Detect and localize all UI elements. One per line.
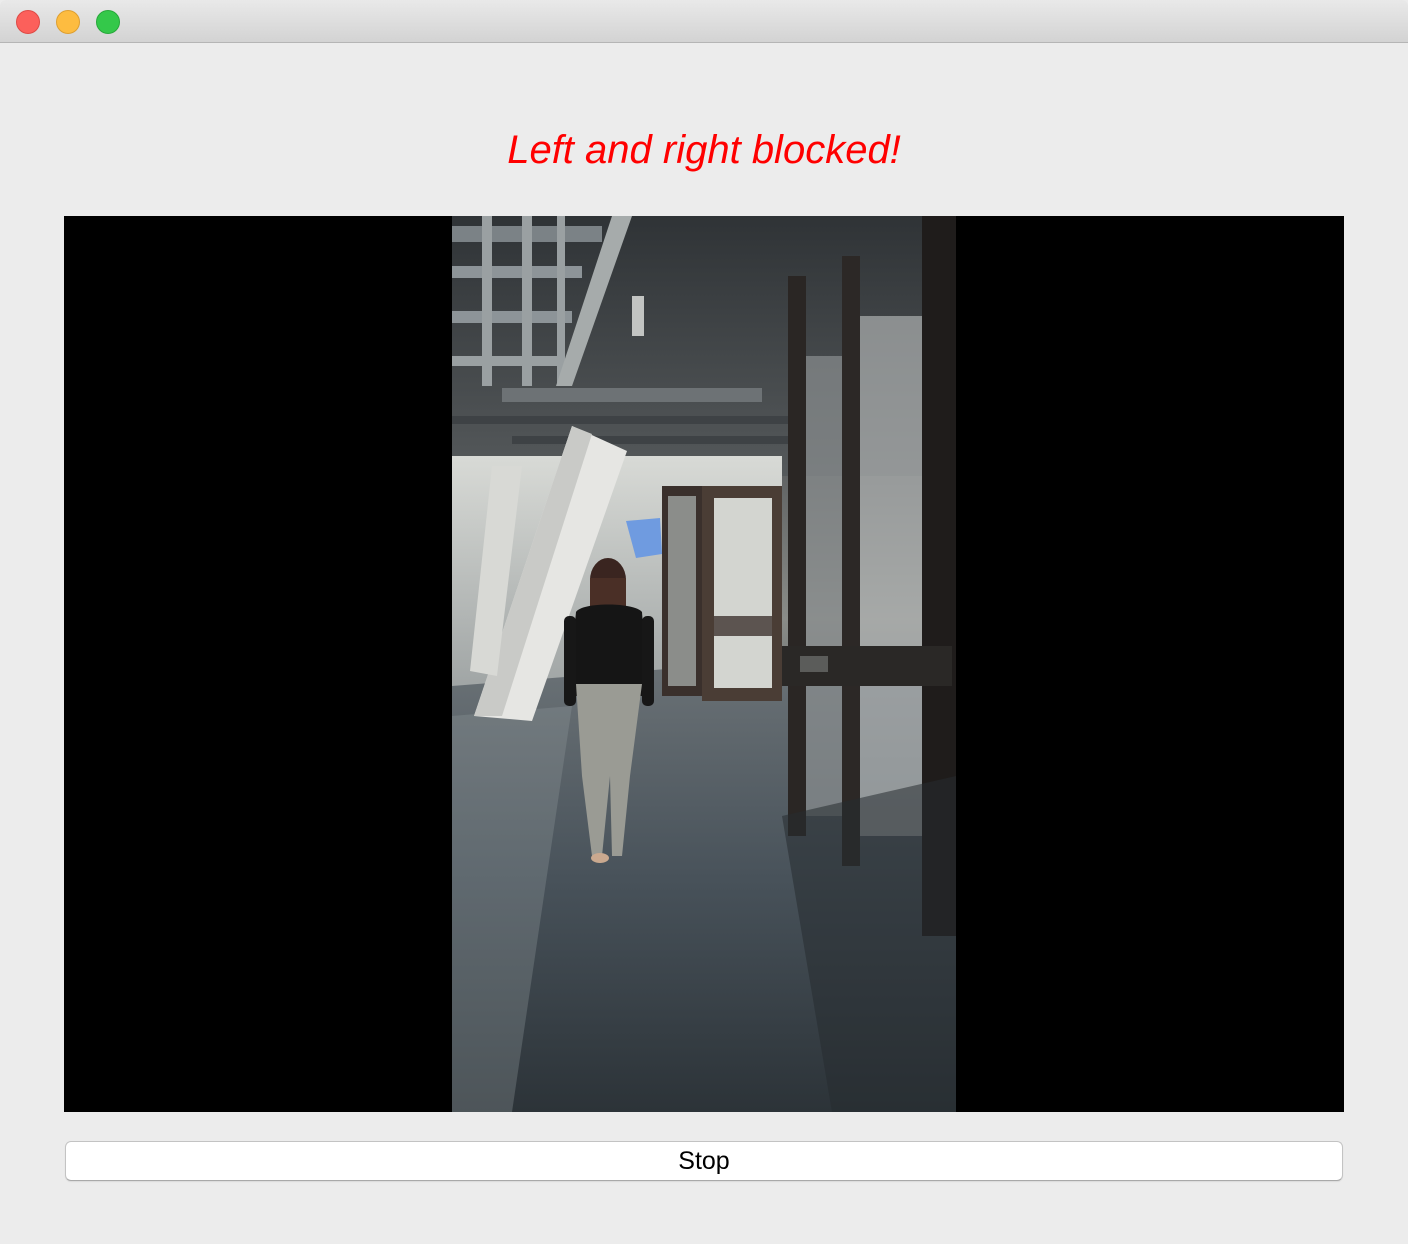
close-icon[interactable] — [16, 10, 40, 34]
camera-feed-image — [452, 216, 956, 1112]
stop-button[interactable]: Stop — [65, 1141, 1343, 1181]
video-display — [64, 216, 1344, 1112]
app-window: Left and right blocked! Stop — [0, 0, 1408, 1244]
zoom-icon[interactable] — [96, 10, 120, 34]
status-message: Left and right blocked! — [507, 128, 901, 172]
minimize-icon[interactable] — [56, 10, 80, 34]
title-bar[interactable] — [0, 0, 1408, 43]
